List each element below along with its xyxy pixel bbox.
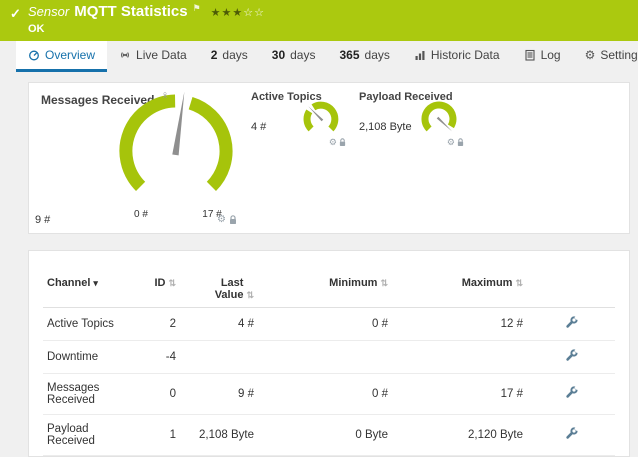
- gauge-gear-icon[interactable]: ⚙: [447, 137, 455, 148]
- payload-received-value: 2,108 Byte: [359, 121, 412, 133]
- main-gauge-controls: ⚙: [217, 214, 237, 225]
- tab-30-days[interactable]: 30 days: [260, 41, 328, 72]
- channel-settings-wrench-icon[interactable]: [565, 349, 578, 362]
- tab-live-data[interactable]: Live Data: [107, 41, 199, 72]
- channel-minimum: 0 #: [258, 308, 392, 341]
- channel-settings-wrench-icon[interactable]: [565, 386, 578, 399]
- tab-label: Historic Data: [431, 48, 500, 62]
- payload-received-gauge-block: Payload Received 2,108 Byte ⚙: [359, 91, 464, 153]
- average-marker: x̄: [163, 91, 167, 100]
- table-row: Payload Received 1 2,108 Byte 0 Byte 2,1…: [43, 415, 615, 456]
- small-gauge-controls: ⚙: [447, 137, 464, 148]
- table-row: Messages Received 0 9 # 0 # 17 #: [43, 374, 615, 415]
- small-gauge-controls: ⚙: [329, 137, 346, 148]
- main-content: Messages Received x̄ 0 # 17 # 9 # ⚙ Acti…: [0, 72, 638, 457]
- messages-received-value: 9 #: [35, 214, 50, 226]
- channel-last-value: 9 #: [180, 374, 258, 415]
- priority-stars-empty: ☆☆: [243, 7, 265, 19]
- flag-icon[interactable]: ⚑: [193, 3, 201, 13]
- channel-maximum: [392, 341, 527, 374]
- gauge-lock-icon[interactable]: [339, 138, 346, 147]
- tab-historic-data[interactable]: Historic Data: [402, 41, 512, 72]
- channel-minimum: 0 #: [258, 374, 392, 415]
- channels-table-panel: Channel▾ ID⇅ Last Value⇅ Minimum⇅ Maximu…: [28, 250, 630, 457]
- gauge-gear-icon[interactable]: ⚙: [329, 137, 337, 148]
- channel-settings-wrench-icon[interactable]: [565, 427, 578, 440]
- historic-data-chart-icon: [414, 49, 426, 61]
- table-row: Downtime -4: [43, 341, 615, 374]
- sensor-header: ✓ Sensor MQTT Statistics ⚑ ★★★☆☆ OK: [0, 0, 638, 41]
- sort-icon[interactable]: ⇅: [168, 278, 176, 288]
- tab-days-number: 30: [272, 48, 285, 62]
- gauge-gear-icon[interactable]: ⚙: [217, 214, 226, 225]
- gauge-lock-icon[interactable]: [229, 215, 237, 225]
- priority-stars[interactable]: ★★★☆☆: [211, 7, 265, 19]
- table-header-row: Channel▾ ID⇅ Last Value⇅ Minimum⇅ Maximu…: [43, 271, 615, 308]
- live-data-signal-icon: [119, 49, 131, 61]
- col-header-channel[interactable]: Channel▾: [43, 271, 138, 308]
- channel-name[interactable]: Messages Received: [43, 374, 138, 415]
- gauges-panel: Messages Received x̄ 0 # 17 # 9 # ⚙ Acti…: [28, 82, 630, 234]
- messages-received-gauge: x̄: [101, 85, 251, 217]
- overview-gauge-icon: [28, 49, 40, 61]
- settings-gear-icon: ⚙: [585, 48, 596, 62]
- col-header-maximum[interactable]: Maximum⇅: [392, 271, 527, 308]
- tab-log[interactable]: Log: [512, 41, 573, 72]
- tab-label: days: [365, 48, 390, 62]
- channel-id: 1: [138, 415, 180, 456]
- channel-minimum: [258, 341, 392, 374]
- tab-label: Settings: [600, 48, 638, 62]
- channel-last-value: 4 #: [180, 308, 258, 341]
- active-topics-gauge-block: Active Topics 4 # ⚙: [251, 91, 346, 153]
- tab-2-days[interactable]: 2 days: [199, 41, 260, 72]
- channel-minimum: 0 Byte: [258, 415, 392, 456]
- channels-table: Channel▾ ID⇅ Last Value⇅ Minimum⇅ Maximu…: [43, 271, 615, 456]
- sort-icon[interactable]: ⇅: [515, 278, 523, 288]
- tab-label: Log: [541, 48, 561, 62]
- channel-name[interactable]: Active Topics: [43, 308, 138, 341]
- page-title: MQTT Statistics: [74, 3, 187, 20]
- table-row: Active Topics 2 4 # 0 # 12 #: [43, 308, 615, 341]
- status-check-icon: ✓: [10, 6, 21, 22]
- tab-settings[interactable]: ⚙ Settings: [573, 41, 638, 72]
- col-header-last-value[interactable]: Last Value⇅: [180, 271, 258, 308]
- tab-days-number: 2: [211, 48, 218, 62]
- object-kind-label: Sensor: [28, 4, 69, 19]
- channel-maximum: 12 #: [392, 308, 527, 341]
- active-topics-gauge: [296, 99, 346, 139]
- priority-stars-filled: ★★★: [211, 7, 244, 19]
- sort-icon[interactable]: ⇅: [246, 290, 254, 300]
- channel-settings-wrench-icon[interactable]: [565, 316, 578, 329]
- col-header-minimum[interactable]: Minimum⇅: [258, 271, 392, 308]
- title-row: Sensor MQTT Statistics ⚑ ★★★☆☆: [28, 3, 265, 21]
- tab-overview[interactable]: Overview: [16, 41, 107, 72]
- tab-days-number: 365: [339, 48, 359, 62]
- channel-name[interactable]: Downtime: [43, 341, 138, 374]
- tab-365-days[interactable]: 365 days: [327, 41, 401, 72]
- tab-bar: Overview Live Data 2 days 30 days 365 da…: [0, 41, 638, 72]
- channel-last-value: 2,108 Byte: [180, 415, 258, 456]
- channel-id: 0: [138, 374, 180, 415]
- tab-label: days: [222, 48, 247, 62]
- channel-id: 2: [138, 308, 180, 341]
- col-header-tools: [527, 271, 615, 308]
- channel-id: -4: [138, 341, 180, 374]
- sort-icon[interactable]: ⇅: [380, 278, 388, 288]
- tab-label: days: [290, 48, 315, 62]
- log-list-icon: [524, 49, 536, 61]
- payload-received-gauge: [414, 99, 464, 139]
- tab-label: Overview: [45, 48, 95, 62]
- prtg-sensor-page: ✓ Sensor MQTT Statistics ⚑ ★★★☆☆ OK Overvie…: [0, 0, 638, 400]
- col-header-id[interactable]: ID⇅: [138, 271, 180, 308]
- channel-sort-caret-icon[interactable]: ▾: [93, 278, 98, 288]
- status-badge: OK: [28, 23, 45, 35]
- active-topics-value: 4 #: [251, 121, 266, 133]
- channel-maximum: 2,120 Byte: [392, 415, 527, 456]
- channel-last-value: [180, 341, 258, 374]
- tab-label: Live Data: [136, 48, 187, 62]
- channel-maximum: 17 #: [392, 374, 527, 415]
- gauge-lock-icon[interactable]: [457, 138, 464, 147]
- gauge-scale-min: 0 #: [134, 209, 148, 220]
- channel-name[interactable]: Payload Received: [43, 415, 138, 456]
